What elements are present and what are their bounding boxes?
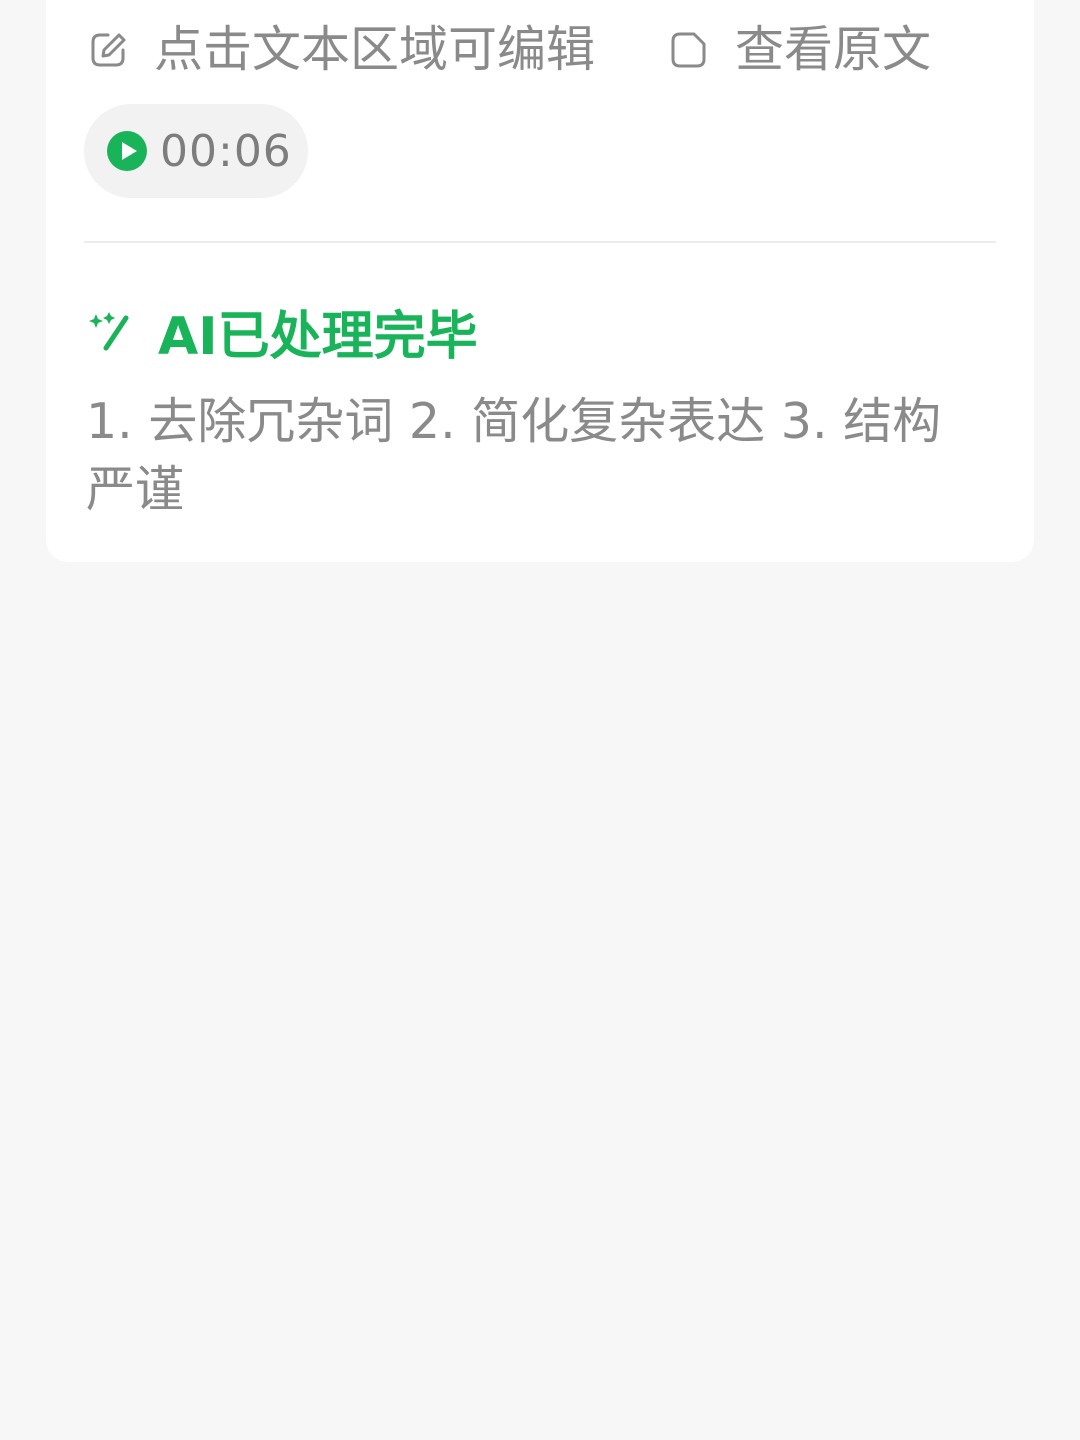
view-original-label: 查看原文 [735,21,932,78]
edit-text-label: 点击文本区域可编辑 [154,21,596,78]
divider [84,241,996,243]
ai-status: AI已处理完毕 [86,298,478,367]
ai-summary-text[interactable]: 1. 去除冗杂词 2. 简化复杂表达 3. 结构严谨 [86,388,986,524]
magic-wand-icon [86,308,132,354]
ai-status-title: AI已处理完毕 [158,306,478,367]
audio-duration: 00:06 [160,125,292,177]
edit-pencil-icon [86,28,130,72]
audio-play-button[interactable]: 00:06 [84,104,308,198]
action-row: 点击文本区域可编辑 查看原文 [86,18,931,82]
document-icon [667,28,711,72]
play-circle-icon [106,130,148,172]
view-original-button[interactable]: 查看原文 [667,18,931,82]
edit-text-button[interactable]: 点击文本区域可编辑 [86,18,595,82]
